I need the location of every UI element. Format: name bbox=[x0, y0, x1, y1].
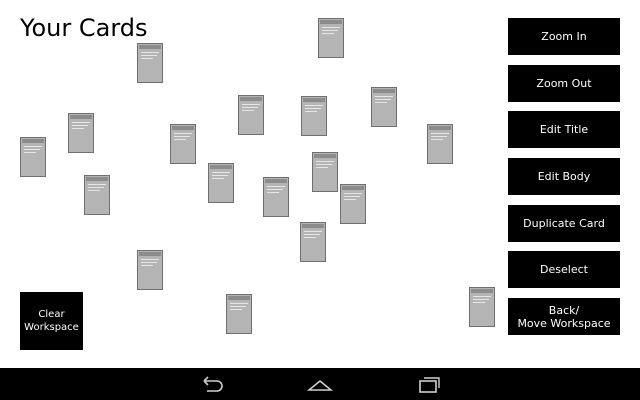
edit-title-button[interactable]: Edit Title bbox=[508, 111, 620, 148]
card[interactable] bbox=[371, 87, 397, 127]
page-title: Your Cards bbox=[20, 14, 148, 42]
back-icon[interactable] bbox=[199, 374, 225, 394]
card[interactable] bbox=[340, 184, 366, 224]
card[interactable] bbox=[318, 18, 344, 58]
card[interactable] bbox=[301, 96, 327, 136]
zoom-out-button[interactable]: Zoom Out bbox=[508, 65, 620, 102]
card[interactable] bbox=[263, 177, 289, 217]
workspace[interactable]: Your Cards Zoom In Zoom Out Edit Title E… bbox=[0, 0, 640, 368]
card[interactable] bbox=[300, 222, 326, 262]
duplicate-card-button[interactable]: Duplicate Card bbox=[508, 205, 620, 242]
card[interactable] bbox=[238, 95, 264, 135]
card[interactable] bbox=[20, 137, 46, 177]
card[interactable] bbox=[68, 113, 94, 153]
deselect-button[interactable]: Deselect bbox=[508, 251, 620, 288]
card[interactable] bbox=[469, 287, 495, 327]
card[interactable] bbox=[427, 124, 453, 164]
system-navigation-bar bbox=[0, 368, 640, 400]
card[interactable] bbox=[137, 250, 163, 290]
card[interactable] bbox=[84, 175, 110, 215]
zoom-in-button[interactable]: Zoom In bbox=[508, 18, 620, 55]
card[interactable] bbox=[208, 163, 234, 203]
card[interactable] bbox=[137, 43, 163, 83]
card[interactable] bbox=[226, 294, 252, 334]
card[interactable] bbox=[312, 152, 338, 192]
clear-workspace-button[interactable]: Clear Workspace bbox=[20, 292, 83, 350]
card[interactable] bbox=[170, 124, 196, 164]
home-icon[interactable] bbox=[306, 374, 334, 394]
edit-body-button[interactable]: Edit Body bbox=[508, 158, 620, 195]
back-move-workspace-button[interactable]: Back/ Move Workspace bbox=[508, 298, 620, 335]
recent-apps-icon[interactable] bbox=[416, 374, 442, 394]
